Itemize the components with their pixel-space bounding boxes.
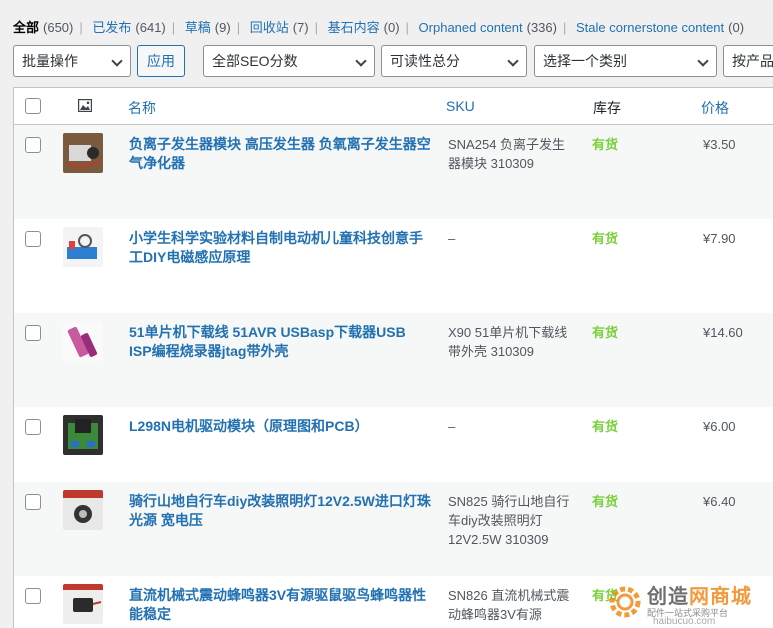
stock-status: 有货	[592, 494, 619, 509]
table-row: L298N电机驱动模块（原理图和PCB） – 有货 ¥6.00	[14, 407, 773, 482]
table-row: 51单片机下载线 51AVR USBasp下载器USB ISP编程烧录器jtag…	[14, 313, 773, 407]
product-price: ¥3.50	[703, 137, 736, 152]
product-price: ¥6.40	[703, 494, 736, 509]
row-checkbox[interactable]	[25, 588, 41, 604]
product-thumbnail[interactable]	[63, 415, 103, 455]
gear-logo-icon	[609, 586, 641, 618]
product-price: ¥7.90	[703, 231, 736, 246]
filter-draft-count: (9)	[214, 20, 231, 35]
row-checkbox[interactable]	[25, 137, 41, 153]
filter-trash-count: (7)	[292, 20, 309, 35]
product-sku: SN825 骑行山地自行车diy改装照明灯12V2.5W 310309	[448, 494, 570, 547]
product-name-link[interactable]: L298N电机驱动模块（原理图和PCB）	[129, 417, 431, 436]
product-thumbnail[interactable]	[63, 227, 103, 267]
chevron-down-icon	[697, 55, 709, 67]
products-table: 名称 SKU 库存 价格 负离子发生器模块 高压发生器 负氧离子发生器空气净化器…	[13, 87, 773, 628]
product-type-filter[interactable]: 按产品	[723, 45, 773, 77]
select-all-checkbox[interactable]	[25, 98, 41, 114]
image-icon	[78, 99, 92, 112]
product-thumbnail[interactable]	[63, 321, 103, 361]
filter-published[interactable]: 已发布	[92, 20, 131, 35]
filter-stale-count: (0)	[728, 20, 745, 35]
bulk-action-select[interactable]: 批量操作	[13, 45, 131, 77]
product-name-link[interactable]: 51单片机下载线 51AVR USBasp下载器USB ISP编程烧录器jtag…	[129, 323, 431, 361]
filter-orphaned[interactable]: Orphaned content	[419, 20, 523, 35]
table-header: 名称 SKU 库存 价格	[14, 88, 773, 125]
table-row: 骑行山地自行车diy改装照明灯12V2.5W进口灯珠光源 宽电压 SN825 骑…	[14, 482, 773, 576]
table-row: 负离子发生器模块 高压发生器 负氧离子发生器空气净化器 SNA254 负离子发生…	[14, 125, 773, 219]
table-row: 小学生科学实验材料自制电动机儿童科技创意手工DIY电磁感应原理 – 有货 ¥7.…	[14, 219, 773, 313]
filter-published-count: (641)	[135, 20, 166, 35]
filter-cornerstone[interactable]: 基石内容	[328, 20, 380, 35]
product-sku: X90 51单片机下载线带外壳 310309	[448, 325, 568, 359]
filter-trash[interactable]: 回收站	[250, 20, 289, 35]
filter-all[interactable]: 全部	[13, 20, 39, 35]
chevron-down-icon	[507, 55, 519, 67]
column-sku[interactable]: SKU	[446, 98, 475, 114]
filter-all-count: (650)	[43, 20, 74, 35]
category-filter[interactable]: 选择一个类别	[534, 45, 717, 77]
row-checkbox[interactable]	[25, 325, 41, 341]
chevron-down-icon	[355, 55, 367, 67]
column-price[interactable]: 价格	[701, 98, 729, 118]
readability-filter[interactable]: 可读性总分	[381, 45, 527, 77]
stock-status: 有货	[592, 231, 619, 246]
product-sku: –	[448, 231, 456, 246]
apply-button[interactable]: 应用	[137, 45, 185, 77]
stock-status: 有货	[592, 325, 619, 340]
site-watermark: 创造网商城 配件一站式采购平台 haibucuo.com	[603, 576, 771, 627]
product-price: ¥6.00	[703, 419, 736, 434]
product-name-link[interactable]: 直流机械式震动蜂鸣器3V有源驱鼠驱鸟蜂鸣器性能稳定	[129, 586, 431, 624]
status-filter-links: 全部 (650) | 已发布 (641) | 草稿 (9) | 回收站 (7) | 基石内容 (0…	[13, 20, 745, 35]
stock-status: 有货	[592, 137, 619, 152]
product-name-link[interactable]: 小学生科学实验材料自制电动机儿童科技创意手工DIY电磁感应原理	[129, 229, 431, 267]
product-name-link[interactable]: 负离子发生器模块 高压发生器 负氧离子发生器空气净化器	[129, 135, 431, 173]
seo-score-filter[interactable]: 全部SEO分数	[203, 45, 375, 77]
row-checkbox[interactable]	[25, 419, 41, 435]
product-sku: –	[448, 419, 456, 434]
column-name[interactable]: 名称	[128, 98, 156, 118]
filter-draft[interactable]: 草稿	[185, 20, 211, 35]
product-price: ¥14.60	[703, 325, 743, 340]
product-sku: SNA254 负离子发生器模块 310309	[448, 137, 566, 171]
product-thumbnail[interactable]	[63, 490, 103, 530]
filter-cornerstone-count: (0)	[383, 20, 400, 35]
filter-orphaned-count: (336)	[526, 20, 557, 35]
stock-status: 有货	[592, 419, 619, 434]
product-name-link[interactable]: 骑行山地自行车diy改装照明灯12V2.5W进口灯珠光源 宽电压	[129, 492, 431, 530]
filter-stale-cornerstone[interactable]: Stale cornerstone content	[576, 20, 724, 35]
product-thumbnail[interactable]	[63, 584, 103, 624]
row-checkbox[interactable]	[25, 494, 41, 510]
product-sku: SN826 直流机械式震动蜂鸣器3V有源	[448, 588, 570, 622]
product-thumbnail[interactable]	[63, 133, 103, 173]
chevron-down-icon	[111, 55, 123, 67]
column-stock: 库存	[593, 100, 621, 116]
row-checkbox[interactable]	[25, 231, 41, 247]
